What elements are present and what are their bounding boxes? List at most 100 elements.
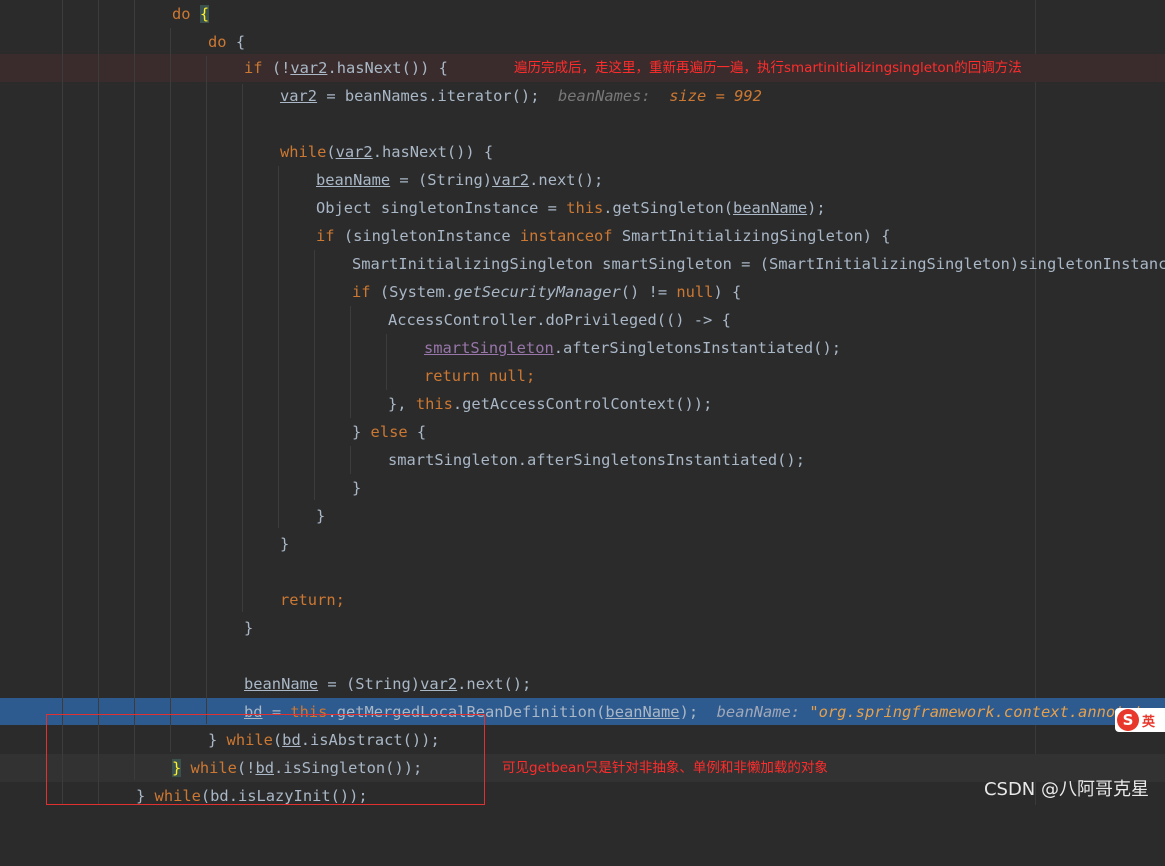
code-line[interactable]: Object singletonInstance = this.getSingl… (0, 194, 1165, 222)
code-text: SmartInitializingSingleton) { (612, 227, 891, 245)
code-text: .next(); (529, 171, 604, 189)
code-text: ; (335, 591, 345, 609)
keyword: if (316, 227, 335, 245)
code-text: .getSingleton( (603, 199, 733, 217)
code-text: .next(); (457, 675, 532, 693)
code-line[interactable]: return; (0, 586, 1165, 614)
code-line[interactable]: beanName = (String)var2.next(); (0, 166, 1165, 194)
code-line[interactable]: }, this.getAccessControlContext()); (0, 390, 1165, 418)
code-text: (! (262, 59, 291, 77)
keyword: return (280, 591, 336, 609)
code-line[interactable]: smartSingleton.afterSingletonsInstantiat… (0, 334, 1165, 362)
matched-brace: { (199, 5, 210, 23)
keyword: this (566, 199, 604, 217)
code-text: .hasNext()) { (327, 59, 448, 77)
ime-mode-label: 英 (1142, 714, 1156, 730)
code-editor[interactable]: do { do { if (!var2.hasNext()) { 遍历完成后，走… (0, 0, 1165, 805)
code-line[interactable]: AccessController.doPrivileged(() -> { (0, 306, 1165, 334)
variable: var2 (280, 87, 318, 105)
indent-guide (62, 0, 63, 805)
code-text: AccessController.doPrivileged(() -> { (388, 311, 731, 329)
code-text: } (352, 479, 362, 497)
code-line[interactable]: do { (0, 0, 1165, 28)
keyword: this (415, 395, 453, 413)
variable: beanName (605, 703, 680, 721)
indent-guide (314, 250, 315, 500)
indent-guide (206, 56, 207, 724)
indent-guide (350, 306, 351, 418)
code-line[interactable]: } (0, 502, 1165, 530)
code-line[interactable]: } (0, 474, 1165, 502)
keyword: do (208, 33, 227, 51)
code-text: smartSingleton.afterSingletonsInstantiat… (388, 451, 805, 469)
debug-hint-value: "org.springframework.context.annotat (809, 703, 1143, 721)
code-text: } (316, 507, 326, 525)
code-line[interactable]: while(var2.hasNext()) { (0, 138, 1165, 166)
indent-guide (134, 0, 135, 780)
indent-guide (350, 446, 351, 474)
keyword: else (370, 423, 408, 441)
keyword: return null (424, 367, 526, 385)
code-text: Object singletonInstance = (316, 199, 567, 217)
keyword: if (244, 59, 263, 77)
watermark: CSDN @八阿哥克星 (983, 779, 1149, 800)
variable: beanName (244, 675, 319, 693)
code-line[interactable]: return null; (0, 362, 1165, 390)
keyword: while (280, 143, 327, 161)
code-text: ; (525, 367, 536, 385)
code-line[interactable]: smartSingleton.afterSingletonsInstantiat… (0, 446, 1165, 474)
code-line[interactable]: if (singletonInstance instanceof SmartIn… (0, 222, 1165, 250)
code-line[interactable]: SmartInitializingSingleton smartSingleto… (0, 250, 1165, 278)
code-text: = (String) (390, 171, 493, 189)
code-text: = (String) (318, 675, 421, 693)
indent-guide (242, 84, 243, 612)
code-text: = beanNames.iterator(); (317, 87, 540, 105)
indent-guide (98, 0, 99, 805)
code-line[interactable]: var2 = beanNames.iterator(); beanNames: … (0, 82, 1165, 110)
keyword: instanceof (519, 227, 613, 245)
code-text: (System. (370, 283, 454, 301)
code-text: .getAccessControlContext()); (452, 395, 713, 413)
code-text: ) { (713, 283, 742, 301)
code-text: ); (679, 703, 699, 721)
indent-guide (278, 166, 279, 528)
debug-hint-name: beanName: (716, 703, 801, 721)
static-method: getSecurityManager (453, 283, 621, 301)
code-line[interactable]: do { (0, 28, 1165, 56)
debug-hint-value: size = 992 (669, 87, 762, 105)
variable: var2 (420, 675, 458, 693)
code-line[interactable]: beanName = (String)var2.next(); (0, 670, 1165, 698)
code-text: } (352, 423, 371, 441)
variable: var2 (290, 59, 328, 77)
code-text: ); (807, 199, 826, 217)
debug-hint-name: beanNames: (558, 87, 651, 105)
code-text: SmartInitializingSingleton smartSingleto… (352, 255, 1165, 273)
code-text: .afterSingletonsInstantiated(); (553, 339, 841, 357)
code-text: } (244, 619, 254, 637)
code-line[interactable]: } (0, 530, 1165, 558)
code-text: { (226, 33, 246, 51)
captured-variable: smartSingleton (424, 339, 554, 357)
code-text: ( (326, 143, 336, 161)
code-line[interactable]: if (System.getSecurityManager() != null)… (0, 278, 1165, 306)
ime-indicator[interactable]: S 英 (1115, 708, 1165, 732)
code-text: }, (388, 395, 416, 413)
code-text: () != (620, 283, 677, 301)
indent-guide (170, 28, 171, 752)
keyword: if (352, 283, 371, 301)
code-line[interactable]: } else { (0, 418, 1165, 446)
annotation-box (46, 714, 485, 805)
keyword: null (676, 283, 714, 301)
annotation-bottom: 可见getbean只是针对非抽象、单例和非懒加载的对象 (502, 760, 828, 776)
variable: var2 (335, 143, 373, 161)
variable: beanName (316, 171, 391, 189)
code-line-highlighted[interactable]: if (!var2.hasNext()) { 遍历完成后，走这里，重新再遍历一遍… (0, 54, 1165, 82)
variable: beanName (733, 199, 808, 217)
variable: var2 (492, 171, 530, 189)
code-text: (singletonInstance (334, 227, 520, 245)
annotation-top: 遍历完成后，走这里，重新再遍历一遍，执行smartinitializingsin… (514, 60, 1022, 76)
code-line[interactable]: } (0, 614, 1165, 642)
sogou-icon: S (1117, 709, 1139, 731)
indent-guide (386, 334, 387, 390)
keyword: do (172, 5, 191, 23)
